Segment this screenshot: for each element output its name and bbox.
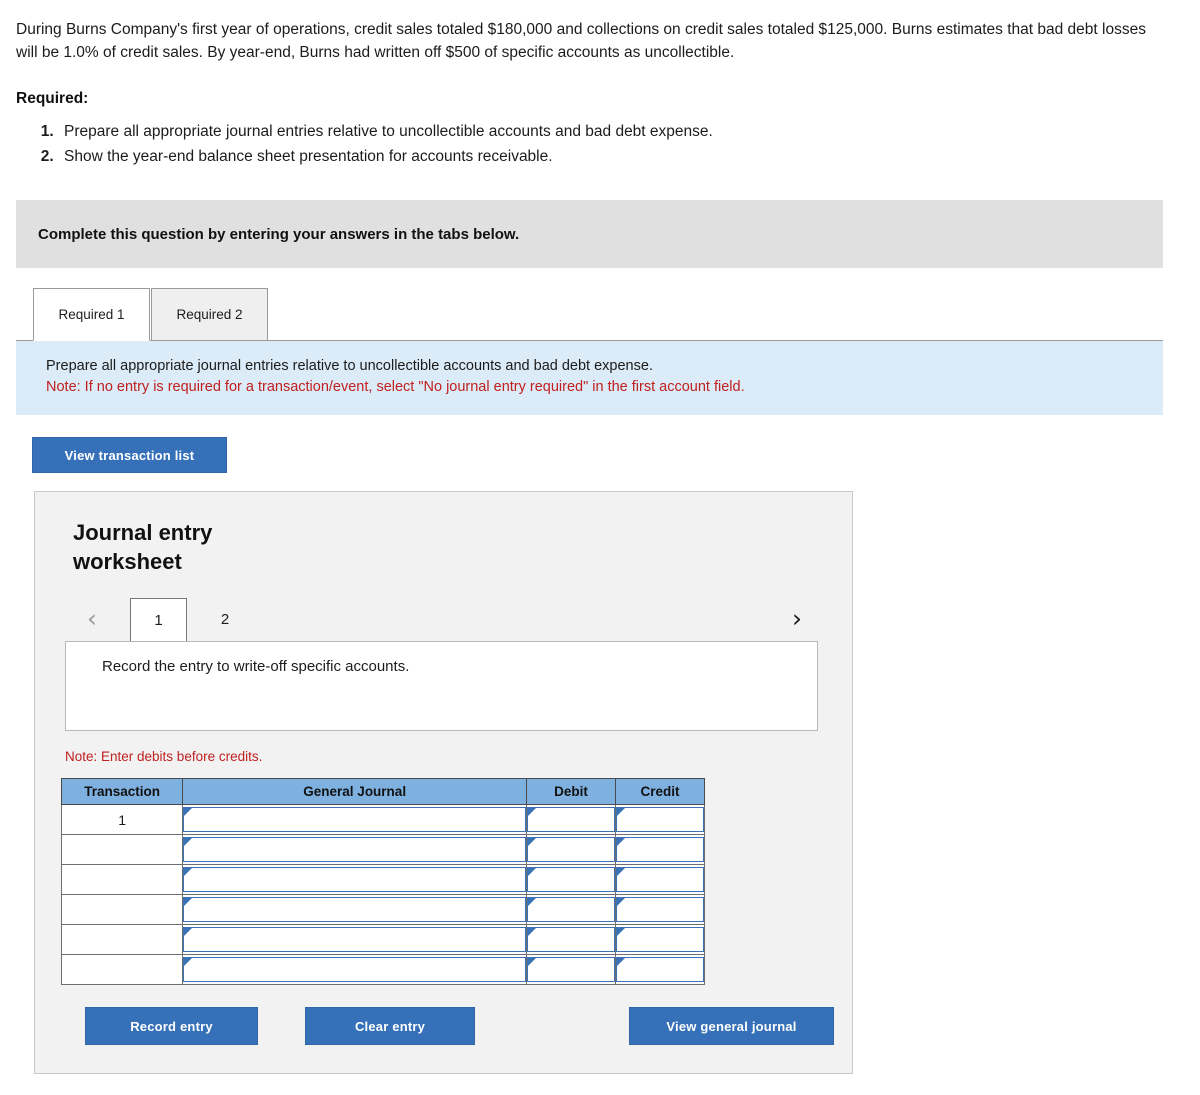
chevron-right-icon[interactable]: › <box>792 604 802 634</box>
table-row <box>60 954 705 985</box>
tab-required-1[interactable]: Required 1 <box>33 288 150 341</box>
transaction-number-cell <box>60 954 184 985</box>
debit-input-row-2[interactable] <box>526 834 616 865</box>
general-journal-select-row-2[interactable] <box>182 834 528 865</box>
view-transaction-list-button[interactable]: View transaction list <box>32 437 227 473</box>
credit-input-row-5[interactable] <box>615 924 705 955</box>
instruction-band: Prepare all appropriate journal entries … <box>16 341 1163 415</box>
journal-entry-table: Transaction General Journal Debit Credit… <box>60 778 705 985</box>
required-heading: Required: <box>16 90 89 107</box>
credit-input-row-2[interactable] <box>615 834 705 865</box>
transaction-number-cell <box>60 924 184 955</box>
table-row <box>60 894 705 925</box>
worksheet-actions: Record entry Clear entry View general jo… <box>61 1007 834 1047</box>
dropdown-field[interactable] <box>527 927 615 952</box>
table-row <box>60 864 705 895</box>
entry-description-box: Record the entry to write-off specific a… <box>65 641 818 731</box>
table-row <box>60 924 705 955</box>
required-list-item-1: Prepare all appropriate journal entries … <box>58 120 1180 144</box>
general-journal-select-row-5[interactable] <box>182 924 528 955</box>
instruction-main-text: Prepare all appropriate journal entries … <box>46 358 653 374</box>
general-journal-select-row-3[interactable] <box>182 864 528 895</box>
table-row <box>60 834 705 865</box>
dropdown-field[interactable] <box>183 897 527 922</box>
record-entry-button[interactable]: Record entry <box>85 1007 258 1045</box>
dropdown-field[interactable] <box>616 867 704 892</box>
entry-page-tab-1-label: 1 <box>154 611 163 629</box>
entry-page-tab-1[interactable]: 1 <box>130 598 187 641</box>
credit-input-row-4[interactable] <box>615 894 705 925</box>
column-header-debit: Debit <box>526 778 616 805</box>
journal-table-wrap: Transaction General Journal Debit Credit… <box>60 778 852 985</box>
dropdown-field[interactable] <box>183 867 527 892</box>
debit-input-row-1[interactable] <box>526 804 616 835</box>
complete-question-text: Complete this question by entering your … <box>38 225 520 243</box>
dropdown-field[interactable] <box>527 807 615 832</box>
problem-statement: During Burns Company's first year of ope… <box>16 21 1146 61</box>
table-header-row: Transaction General Journal Debit Credit <box>60 778 705 805</box>
credit-input-row-3[interactable] <box>615 864 705 895</box>
entry-page-tab-2-label: 2 <box>220 611 230 628</box>
question-page: During Burns Company's first year of ope… <box>0 0 1200 1095</box>
complete-question-callout: Complete this question by entering your … <box>16 200 1163 268</box>
entry-description-text: Record the entry to write-off specific a… <box>102 658 410 675</box>
required-list: Prepare all appropriate journal entries … <box>16 120 1180 169</box>
column-header-general-journal: General Journal <box>182 778 528 805</box>
entry-pager: ‹ 1 2 › <box>65 598 826 641</box>
debit-input-row-5[interactable] <box>526 924 616 955</box>
worksheet-title: Journal entry worksheet <box>73 520 213 574</box>
dropdown-field[interactable] <box>616 927 704 952</box>
journal-entry-worksheet-panel: Journal entry worksheet ‹ 1 2 › Record t… <box>34 491 853 1074</box>
dropdown-field[interactable] <box>527 897 615 922</box>
dropdown-field[interactable] <box>527 957 615 982</box>
debit-input-row-4[interactable] <box>526 894 616 925</box>
entry-page-tab-2[interactable]: 2 <box>205 598 245 641</box>
dropdown-field[interactable] <box>616 897 704 922</box>
column-header-transaction: Transaction <box>60 778 184 805</box>
clear-entry-button[interactable]: Clear entry <box>305 1007 475 1045</box>
transaction-number-cell <box>60 894 184 925</box>
general-journal-select-row-6[interactable] <box>182 954 528 985</box>
tab-required-2-label: Required 2 <box>176 307 243 322</box>
dropdown-field[interactable] <box>183 807 527 832</box>
table-row: 1 <box>60 804 705 835</box>
debit-input-row-3[interactable] <box>526 864 616 895</box>
dropdown-field[interactable] <box>616 957 704 982</box>
requirement-tabbar: Required 1 Required 2 <box>16 287 1163 341</box>
dropdown-field[interactable] <box>616 837 704 862</box>
credit-input-row-1[interactable] <box>615 804 705 835</box>
dropdown-field[interactable] <box>183 927 527 952</box>
credit-input-row-6[interactable] <box>615 954 705 985</box>
debit-input-row-6[interactable] <box>526 954 616 985</box>
dropdown-field[interactable] <box>527 837 615 862</box>
chevron-left-icon[interactable]: ‹ <box>87 604 97 634</box>
required-list-item-2: Show the year-end balance sheet presenta… <box>58 145 1180 169</box>
transaction-number-cell <box>60 834 184 865</box>
dropdown-field[interactable] <box>616 807 704 832</box>
instruction-note-text: Note: If no entry is required for a tran… <box>46 379 745 395</box>
transaction-number-cell <box>60 864 184 895</box>
transaction-number-cell: 1 <box>60 804 184 835</box>
general-journal-select-row-1[interactable] <box>182 804 528 835</box>
note-enter-debits-before-credits: Note: Enter debits before credits. <box>65 749 263 764</box>
view-general-journal-button[interactable]: View general journal <box>629 1007 834 1045</box>
general-journal-select-row-4[interactable] <box>182 894 528 925</box>
tab-required-2[interactable]: Required 2 <box>151 288 268 341</box>
dropdown-field[interactable] <box>183 837 527 862</box>
tab-required-1-label: Required 1 <box>58 307 125 322</box>
dropdown-field[interactable] <box>183 957 527 982</box>
dropdown-field[interactable] <box>527 867 615 892</box>
column-header-credit: Credit <box>615 778 705 805</box>
